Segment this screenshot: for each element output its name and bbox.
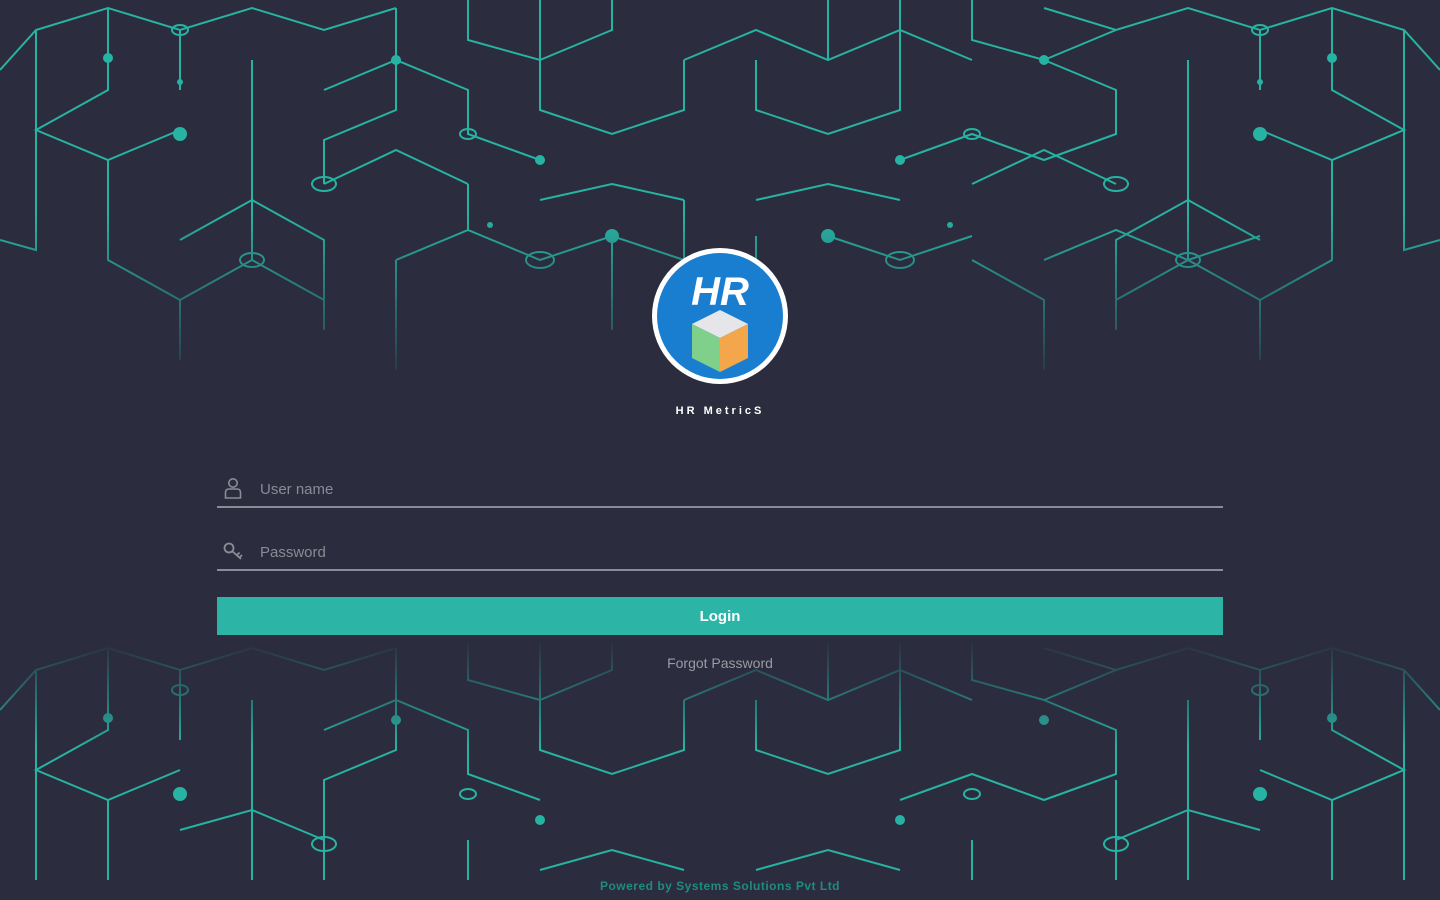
logo-text: HR [691, 270, 749, 314]
password-input[interactable] [260, 539, 1200, 565]
circuit-background-bottom [0, 640, 1440, 880]
username-field [217, 470, 1223, 508]
app-logo: HR [652, 248, 788, 384]
password-field [217, 533, 1223, 571]
footer-credit: Powered by Systems Solutions Pvt Ltd [599, 879, 841, 893]
forgot-password-row: Forgot Password [0, 655, 1440, 671]
app-name: HR MetricS [675, 405, 765, 417]
username-input[interactable] [260, 476, 1200, 502]
user-icon [224, 478, 242, 499]
forgot-password-link[interactable]: Forgot Password [667, 655, 773, 671]
login-button[interactable]: Login [217, 597, 1223, 635]
key-icon [223, 542, 243, 560]
